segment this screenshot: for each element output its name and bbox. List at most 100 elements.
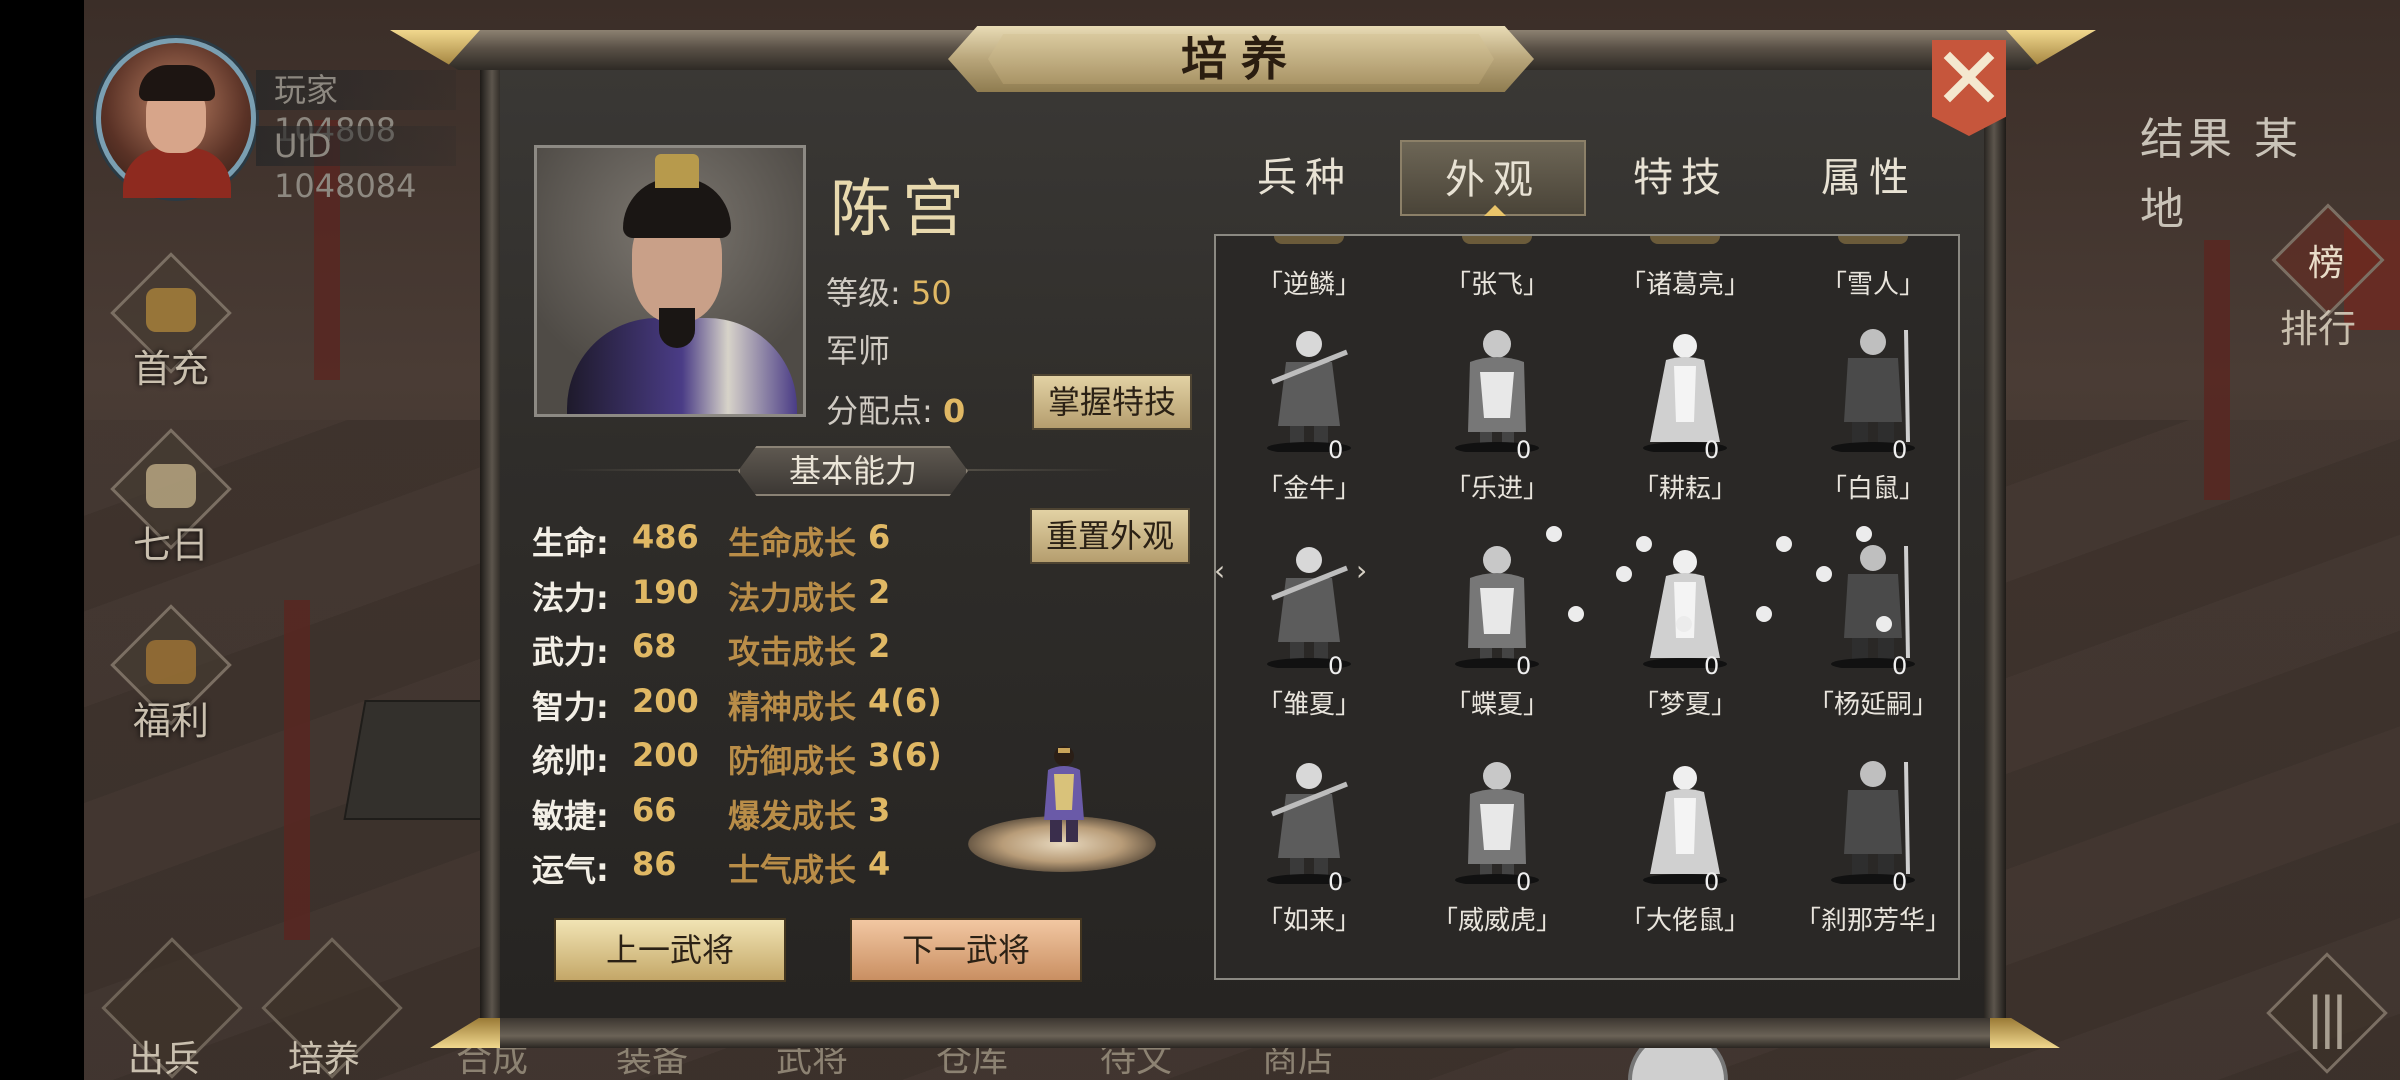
stat-row: 武力: 68 攻击成长 2 [532,627,972,677]
ranking-button[interactable]: 榜 排行 [2270,203,2385,351]
general-sprite [1044,746,1084,842]
close-button[interactable] [1932,40,2006,136]
stat-name: 运气: [532,851,609,889]
skin-count: 0 [1328,652,1344,680]
general-portrait [534,145,806,417]
portrait-beard [659,308,695,348]
menu-button[interactable]: ||| [2262,948,2392,1078]
skin-figure [1455,546,1539,668]
growth-value: 2 [868,627,891,665]
scroll-icon [146,464,196,508]
skin-name: 「杨延嗣」 [1807,690,1938,720]
skin-figure [1267,763,1351,884]
skin-name: 「雏夏」 [1256,690,1361,720]
skin-item[interactable]: 0 「乐进」 [1404,316,1590,532]
general-points: 分配点: 0 [826,386,965,432]
skin-figure [1455,330,1539,452]
skin-item[interactable]: 0 「蝶夏」 [1404,532,1590,748]
skin-item[interactable]: 0 「刹那芳华」 [1780,748,1958,964]
seven-day-button[interactable]: 七日 [106,428,236,567]
reset-appearance-button[interactable]: 重置外观 [1030,508,1190,564]
petal-effect [1546,526,1562,542]
close-icon [1943,51,1995,103]
skin-name: 「诸葛亮」 [1619,270,1750,300]
skin-count: 0 [1516,436,1532,464]
level-label: 等级: [826,274,901,312]
first-recharge-button[interactable]: 首充 [106,252,236,391]
stat-value: 68 [632,627,677,665]
letterbox-left [0,0,84,1080]
side-item-label: 首充 [132,347,209,391]
tab-appearance-label: 外观 [1445,157,1541,203]
level-value: 50 [910,274,952,312]
petal-effect [1776,536,1792,552]
skin-item[interactable]: 0 「雏夏」 [1216,532,1402,748]
skins-grid[interactable]: 「逆鳞」 「张飞」 「诸葛亮」 「雪人」 0 「金牛」 0 「乐进」 0 「耕耘」 0 「白鼠」 0 「雏… [1214,234,1960,980]
general-level: 等级: 50 [826,268,952,314]
growth-value: 4 [868,845,891,883]
side-item-label: 七日 [132,523,209,567]
skin-item[interactable]: 0 「如来」 [1216,748,1402,964]
petal-effect [1816,566,1832,582]
petal-effect [1616,566,1632,582]
tab-appearance[interactable]: 外观 [1400,140,1586,216]
location-label: 结果 某地 [2140,114,2302,235]
stat-value: 66 [632,790,677,829]
points-label: 分配点: [826,392,933,430]
player-name: 玩家104808 [256,70,456,149]
avatar-robe [123,148,231,198]
skin-name: 「如来」 [1256,906,1361,936]
stat-value: 486 [632,518,699,556]
prev-skin-icon[interactable]: ‹ [1216,554,1225,587]
skin-name: 「白鼠」 [1820,474,1925,504]
petal-effect [1856,526,1872,542]
stat-name: 生命: [532,524,609,562]
skin-item[interactable]: 0 「金牛」 [1216,316,1402,532]
growth-value: 4(6) [868,681,942,720]
skin-item[interactable]: 0 「大佬鼠」 [1592,748,1778,964]
growth-name: 精神成长 [728,687,857,726]
welfare-button[interactable]: 福利 [106,604,236,743]
points-value: 0 [942,392,966,430]
skin-count: 0 [1328,436,1344,464]
nav-dispatch[interactable]: 出兵 [128,1030,200,1080]
skin-figure [1267,331,1351,452]
skin-item[interactable]: 0 「威威虎」 [1404,748,1590,964]
skin-item[interactable]: 0 「杨延嗣」 [1780,532,1958,748]
player-avatar[interactable] [96,38,256,198]
portrait-crown [655,154,699,188]
next-general-button[interactable]: 下一武将 [850,918,1082,982]
modal-title: 培养 [1181,32,1301,86]
petal-effect [1568,606,1584,622]
skin-figure [1831,761,1915,884]
nav-train[interactable]: 培养 [288,1030,360,1080]
next-skin-icon[interactable]: › [1356,554,1367,587]
skin-item[interactable]: 0 「耕耘」 [1592,316,1778,532]
skin-name: 「大佬鼠」 [1619,906,1750,936]
skin-name: 「耕耘」 [1632,474,1737,504]
skin-count: 0 [1704,868,1720,896]
skin-figure [1831,545,1915,668]
ranking-label: 排行 [2280,307,2357,351]
skin-figure [1455,762,1539,884]
tab-attributes[interactable]: 属性 [1776,140,1962,216]
stat-row: 敏捷: 66 爆发成长 3 [532,791,972,841]
skin-item[interactable]: 0 「白鼠」 [1780,316,1958,532]
stat-name: 法力: [532,578,609,617]
tab-troop-type[interactable]: 兵种 [1212,140,1398,216]
modal-frame-right [1982,66,2006,1026]
growth-value: 3 [868,790,891,829]
skin-figure [1831,329,1915,452]
stat-row: 智力: 200 精神成长 4(6) [532,682,972,732]
stat-name: 智力: [532,687,609,726]
skin-count: 0 [1704,436,1720,464]
skin-figure [1643,550,1727,668]
stat-row: 统帅: 200 防御成长 3(6) [532,736,972,786]
master-skill-button[interactable]: 掌握特技 [1032,374,1192,430]
general-class: 军师 [826,332,891,370]
stat-row: 生命: 486 生命成长 6 [532,518,972,568]
skin-name: 「张飞」 [1444,270,1549,300]
prev-general-button[interactable]: 上一武将 [554,918,786,982]
skin-item[interactable]: 0 「梦夏」 [1592,532,1778,748]
tab-special-skill[interactable]: 特技 [1588,140,1774,216]
